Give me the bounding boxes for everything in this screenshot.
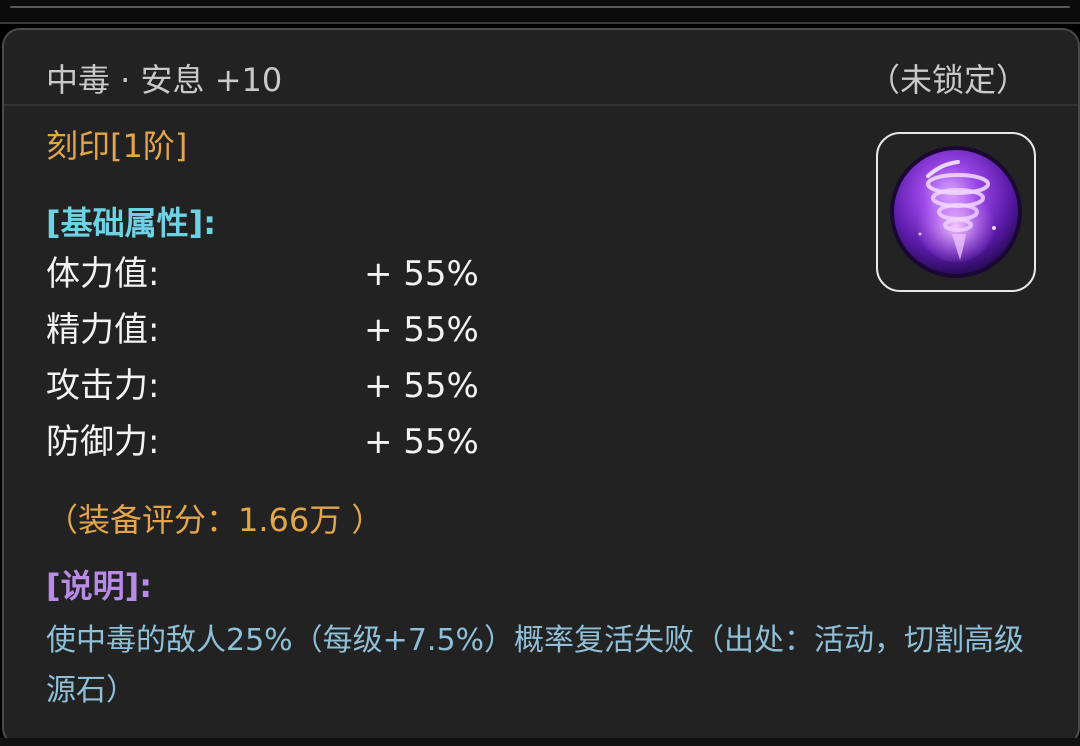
top-divider xyxy=(10,6,1070,8)
item-tier: 刻印[1阶] xyxy=(46,127,188,165)
stat-row-stamina: 体力值: + 55% xyxy=(46,252,646,296)
stat-row-attack: 攻击力: + 55% xyxy=(46,364,646,408)
item-title: 中毒 · 安息 +10 xyxy=(46,61,283,99)
lock-status[interactable]: （未锁定） xyxy=(868,60,1028,100)
tooltip-screen: 中毒 · 安息 +10 （未锁定） 刻印[1阶] [基础属性]: 体力值: + … xyxy=(0,0,1080,746)
top-bar xyxy=(0,0,1080,24)
stat-value: + 55% xyxy=(364,254,479,294)
stat-row-defense: 防御力: + 55% xyxy=(46,420,646,464)
item-icon-frame xyxy=(876,132,1036,292)
stat-value: + 55% xyxy=(364,366,479,406)
stat-value: + 55% xyxy=(364,422,479,462)
tooltip-header: 中毒 · 安息 +10 （未锁定） xyxy=(4,30,1078,106)
poison-tornado-orb-icon xyxy=(890,146,1022,278)
description-heading: [说明]: xyxy=(46,567,153,605)
stat-label: 防御力: xyxy=(46,422,160,462)
base-attributes-heading: [基础属性]: xyxy=(46,204,217,242)
item-tooltip-panel: 中毒 · 安息 +10 （未锁定） 刻印[1阶] [基础属性]: 体力值: + … xyxy=(2,28,1080,746)
bottom-bar xyxy=(0,738,1080,746)
stat-label: 体力值: xyxy=(46,254,160,294)
equipment-score: （装备评分：1.66万 ） xyxy=(46,501,384,539)
description-text: 使中毒的敌人25%（每级+7.5%）概率复活失败（出处：活动，切割高级源石） xyxy=(46,623,1025,708)
stat-value: + 55% xyxy=(364,310,479,350)
stat-row-energy: 精力值: + 55% xyxy=(46,308,646,352)
stat-label: 精力值: xyxy=(46,310,160,350)
stat-label: 攻击力: xyxy=(46,366,160,406)
